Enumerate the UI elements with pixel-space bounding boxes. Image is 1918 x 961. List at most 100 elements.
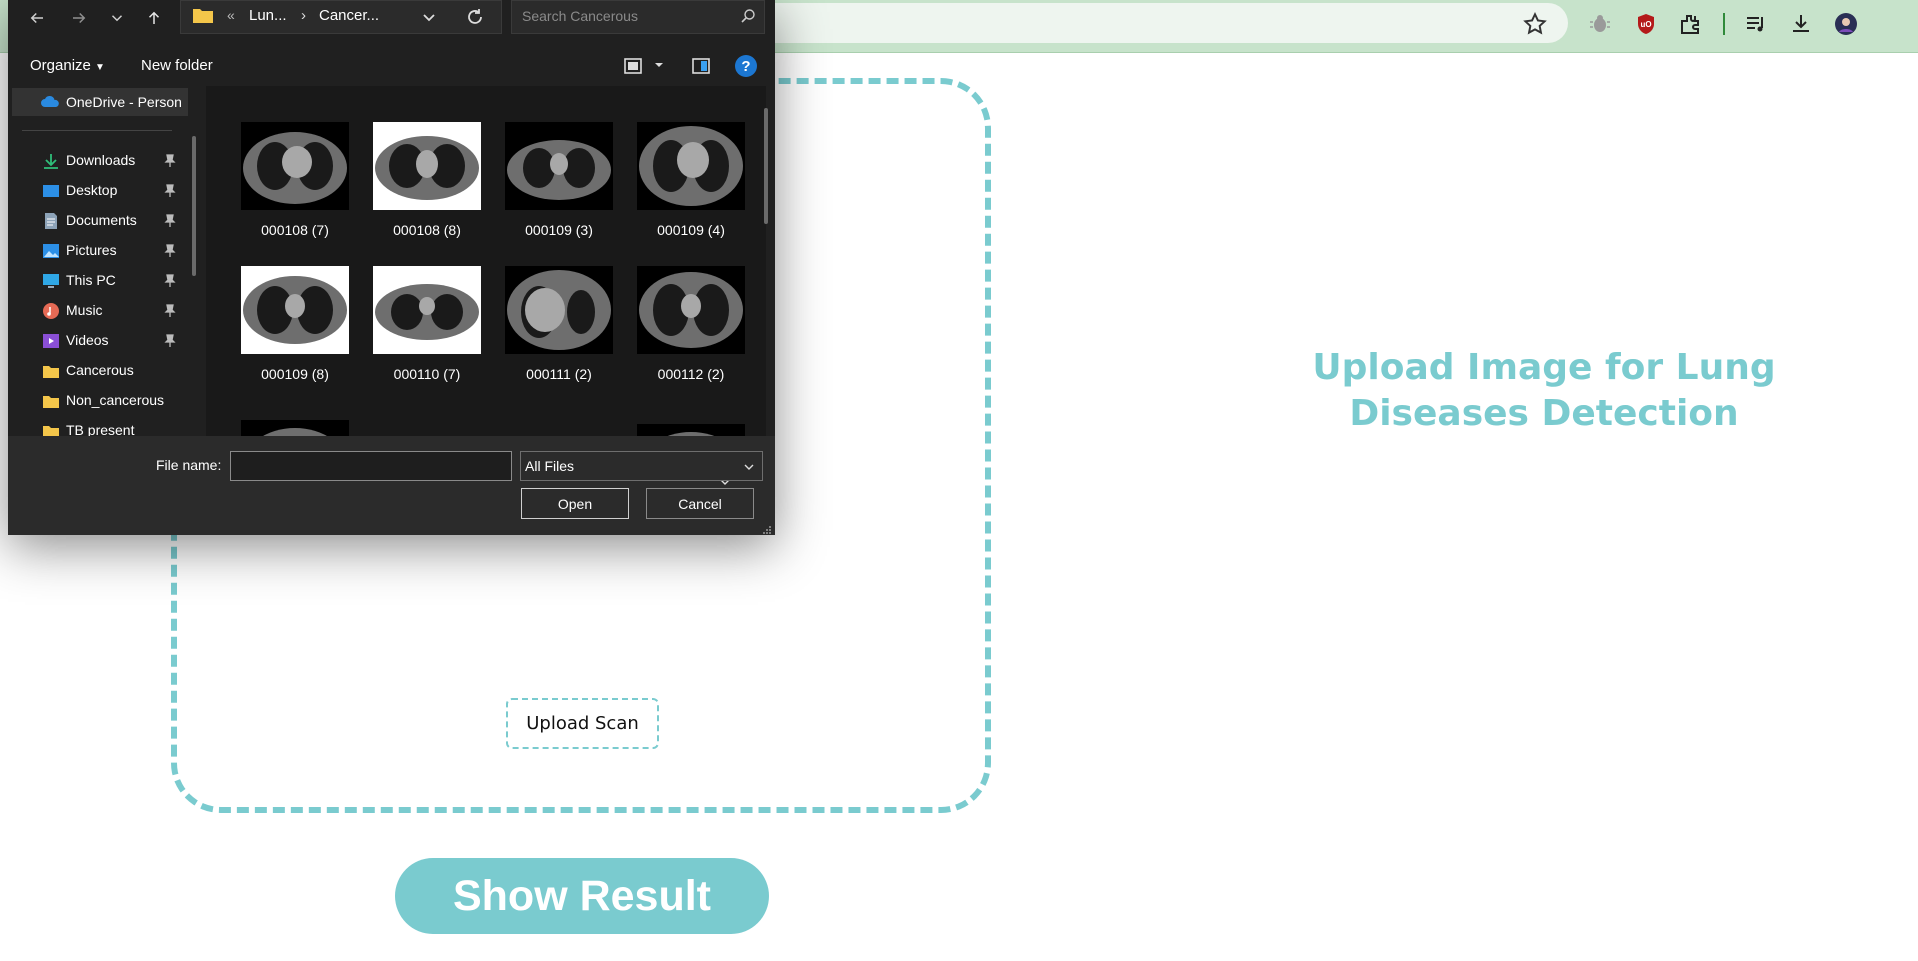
page-heading: Upload Image for Lung Diseases Detection	[1312, 347, 1776, 434]
navigation-scrollbar[interactable]	[192, 136, 196, 276]
pin-icon[interactable]	[164, 304, 176, 318]
filename-label: File name:	[156, 457, 222, 473]
folder-icon	[193, 7, 213, 23]
pin-icon[interactable]	[164, 244, 176, 258]
music-icon	[42, 302, 60, 320]
ct-scan-image	[505, 122, 613, 210]
pin-icon[interactable]	[164, 154, 176, 168]
bug-extension-icon[interactable]	[1586, 10, 1614, 38]
up-arrow-icon[interactable]	[141, 5, 167, 31]
sidebar-item-label: Non_cancerous	[66, 392, 165, 408]
organize-label: Organize	[30, 57, 91, 74]
chevron-down-icon	[743, 460, 755, 472]
ct-scan-image	[373, 266, 481, 354]
folder-icon	[42, 422, 60, 436]
file-name: 000111 (2)	[526, 366, 592, 382]
refresh-icon[interactable]	[465, 7, 485, 27]
back-arrow-icon[interactable]	[24, 5, 50, 31]
file-open-dialog: « Lun... › Cancer... Search Cancerous Or…	[8, 0, 775, 535]
file-list-scrollbar[interactable]	[764, 108, 768, 224]
pin-icon[interactable]	[164, 184, 176, 198]
sidebar-item-label: Music	[66, 302, 103, 318]
file-name: 000109 (8)	[261, 366, 329, 382]
download-icon	[42, 152, 60, 170]
ct-scan-image	[637, 266, 745, 354]
ublock-icon[interactable]: uO	[1632, 10, 1660, 38]
file-name: 000108 (8)	[393, 222, 461, 238]
pictures-icon	[42, 242, 60, 260]
pin-icon[interactable]	[164, 214, 176, 228]
file-thumbnail[interactable]: 000109 (3)	[492, 122, 622, 252]
forward-arrow-icon[interactable]	[66, 5, 92, 31]
sidebar-item-videos[interactable]: Videos	[8, 328, 188, 354]
sidebar-item-cancerous[interactable]: Cancerous	[8, 358, 188, 384]
file-name: 000109 (4)	[657, 222, 725, 238]
new-folder-button[interactable]: New folder	[141, 57, 213, 74]
ct-scan-image	[637, 424, 745, 436]
upload-scan-button[interactable]: Upload Scan	[506, 698, 659, 749]
file-thumbnail[interactable]: 000109 (4)	[624, 122, 754, 252]
show-result-button[interactable]: Show Result	[395, 858, 769, 934]
breadcrumb-item[interactable]: Cancer...	[319, 7, 379, 24]
file-name: 000112 (2)	[657, 366, 725, 382]
file-thumbnail[interactable]: 000111 (2)	[492, 266, 622, 396]
search-input[interactable]: Search Cancerous	[511, 0, 765, 34]
filename-input[interactable]	[230, 451, 730, 485]
file-thumbnail[interactable]: 000108 (7)	[228, 122, 358, 252]
breadcrumb-item[interactable]: Lun...	[249, 7, 287, 24]
downloads-icon[interactable]	[1787, 10, 1815, 38]
open-button[interactable]: Open	[521, 488, 629, 519]
profile-avatar[interactable]	[1832, 10, 1860, 38]
sidebar-item-music[interactable]: Music	[8, 298, 188, 324]
sidebar-item-tb-present[interactable]: TB present	[8, 418, 188, 436]
sidebar-item-label: Downloads	[66, 152, 136, 168]
recent-locations-chevron-icon[interactable]	[104, 5, 130, 31]
pin-icon[interactable]	[164, 274, 176, 288]
folder-icon	[42, 392, 60, 410]
cloud-icon	[40, 94, 60, 108]
chevron-down-icon[interactable]	[653, 58, 665, 70]
resize-grip-icon[interactable]	[762, 522, 772, 534]
file-thumbnail[interactable]: 000109 (8)	[228, 266, 358, 396]
search-icon[interactable]	[740, 8, 756, 24]
sidebar-item-label: OneDrive - Person	[66, 94, 182, 110]
sidebar-item-pictures[interactable]: Pictures	[8, 238, 188, 264]
file-name: 000108 (7)	[261, 222, 329, 238]
sidebar-item-onedrive[interactable]: OneDrive - Person	[12, 88, 188, 116]
svg-text:uO: uO	[1640, 20, 1651, 29]
dialog-navigation-bar: « Lun... › Cancer... Search Cancerous	[8, 0, 775, 46]
sidebar-item-this-pc[interactable]: This PC	[8, 268, 188, 294]
sidebar-item-downloads[interactable]: Downloads	[8, 148, 188, 174]
help-icon[interactable]: ?	[735, 55, 757, 77]
sidebar-divider	[22, 130, 172, 131]
pin-icon[interactable]	[164, 334, 176, 348]
ct-scan-image	[373, 122, 481, 210]
extensions-icon[interactable]	[1676, 10, 1704, 38]
breadcrumb-separator: ›	[301, 7, 306, 24]
organize-button[interactable]: Organize ▼	[30, 57, 105, 74]
breadcrumb-overflow[interactable]: «	[227, 7, 235, 23]
ct-scan-image	[637, 122, 745, 210]
file-list-pane: 000108 (7) 000108 (8) 000109 (3) 000109 …	[206, 86, 766, 436]
folder-address-bar[interactable]: « Lun... › Cancer...	[180, 0, 502, 34]
dialog-footer: File name: All Files Open Cancel	[8, 436, 775, 535]
pc-icon	[42, 272, 60, 290]
file-thumbnail[interactable]: 000108 (8)	[360, 122, 490, 252]
address-bar[interactable]	[700, 3, 1568, 43]
file-thumbnail[interactable]: 000110 (7)	[360, 266, 490, 396]
sidebar-item-non-cancerous[interactable]: Non_cancerous	[8, 388, 188, 414]
sidebar-item-documents[interactable]: Documents	[8, 208, 188, 234]
videos-icon	[42, 332, 60, 350]
file-thumbnail[interactable]: 000112 (2)	[624, 266, 754, 396]
cancel-button[interactable]: Cancel	[646, 488, 754, 519]
chevron-down-icon[interactable]	[419, 7, 439, 27]
sidebar-item-desktop[interactable]: Desktop	[8, 178, 188, 204]
file-thumbnail[interactable]	[624, 424, 754, 436]
bookmark-star-icon[interactable]	[1522, 11, 1548, 37]
media-control-icon[interactable]	[1742, 10, 1770, 38]
view-mode-icon[interactable]	[623, 56, 643, 76]
filetype-select[interactable]: All Files	[520, 451, 763, 481]
sidebar-item-label: This PC	[66, 272, 116, 288]
file-thumbnail[interactable]	[228, 420, 358, 436]
preview-pane-icon[interactable]	[691, 56, 711, 76]
